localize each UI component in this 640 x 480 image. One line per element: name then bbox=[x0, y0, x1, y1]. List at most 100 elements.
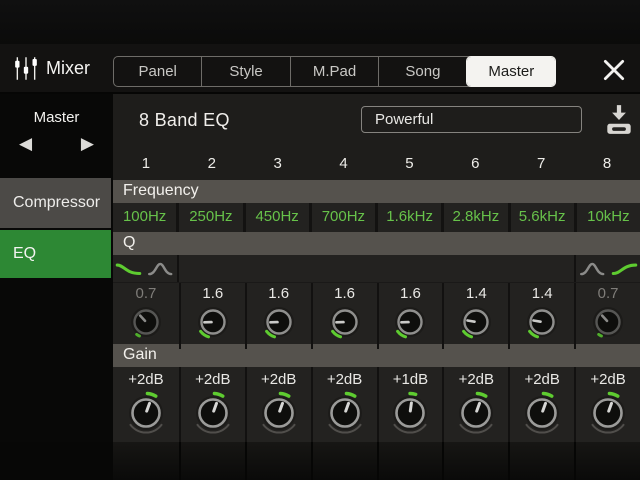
sidebar-item-eq[interactable]: EQ bbox=[0, 230, 111, 278]
gain-value: +2dB bbox=[195, 371, 231, 388]
channel-number-1: 1 bbox=[141, 155, 151, 172]
q-knob-dial[interactable] bbox=[113, 302, 179, 349]
gain-knob-dial[interactable] bbox=[313, 388, 377, 443]
channel-number-7: 7 bbox=[537, 155, 546, 172]
mixer-screen: Mixer Panel Style M.Pad Song Master Master ◀… bbox=[0, 0, 640, 480]
channel-number-3: 3 bbox=[273, 155, 282, 172]
q-value: 1.6 bbox=[202, 285, 224, 302]
title-bar: Mixer Panel Style M.Pad Song Master bbox=[0, 44, 640, 94]
gain-knob-dial[interactable] bbox=[379, 388, 443, 443]
app-title: Mixer bbox=[46, 58, 90, 78]
filter-type-row bbox=[113, 255, 640, 282]
gain-knob-band-8[interactable]: +2dB bbox=[574, 367, 640, 443]
filter-row-spacer bbox=[179, 255, 574, 282]
mixer-faders-icon bbox=[13, 55, 39, 87]
frequency-value-band-8[interactable]: 10kHz bbox=[576, 203, 640, 232]
q-value: 1.6 bbox=[400, 285, 421, 302]
prev-arrow-icon[interactable]: ◀ bbox=[19, 134, 32, 154]
gain-knob-band-7[interactable]: +2dB bbox=[508, 367, 574, 443]
frequency-row: 100Hz 250Hz 450Hz 700Hz 1.6kHz 2.8kHz 5.6kHz 10… bbox=[113, 203, 640, 232]
q-knob-dial[interactable] bbox=[576, 302, 640, 349]
gain-knob-dial[interactable] bbox=[444, 388, 508, 443]
frequency-value-band-7[interactable]: 5.6kHz bbox=[510, 203, 574, 232]
frequency-section-bar: Frequency bbox=[113, 180, 640, 203]
gain-knob-band-1[interactable]: +2dB bbox=[113, 367, 179, 443]
gain-value: +1dB bbox=[392, 371, 429, 388]
q-knob-band-4[interactable]: 1.6 bbox=[310, 283, 377, 349]
gain-knob-dial[interactable] bbox=[247, 388, 311, 443]
gain-knob-dial[interactable] bbox=[510, 388, 574, 443]
q-value: 1.6 bbox=[334, 285, 355, 302]
bottom-bezel bbox=[0, 442, 640, 480]
next-arrow-icon[interactable]: ▶ bbox=[81, 134, 94, 154]
q-knob-band-8[interactable]: 0.7 bbox=[574, 283, 640, 349]
shelf-down-filter-icon[interactable] bbox=[115, 260, 142, 278]
q-knob-dial[interactable] bbox=[247, 302, 311, 349]
gain-knob-band-6[interactable]: +2dB bbox=[442, 367, 508, 443]
gain-knob-dial[interactable] bbox=[181, 388, 245, 443]
channel-number-6: 6 bbox=[471, 155, 480, 172]
page-title: 8 Band EQ bbox=[139, 110, 230, 130]
target-selector: Master ◀ ▶ bbox=[0, 94, 113, 176]
gain-value: +2dB bbox=[326, 371, 363, 388]
q-knob-dial[interactable] bbox=[313, 302, 377, 349]
eq-header: 8 Band EQ Powerful bbox=[113, 94, 640, 150]
channel-number-5: 5 bbox=[405, 155, 414, 172]
tab-bar: Panel Style M.Pad Song Master bbox=[113, 56, 557, 87]
q-knob-dial[interactable] bbox=[444, 302, 508, 349]
gain-value: +2dB bbox=[458, 371, 495, 388]
tab-master[interactable]: Master bbox=[465, 56, 557, 87]
q-knob-row: 0.7 1.6 1.6 1.6 1.6 1.4 1.4 0.7 bbox=[113, 282, 640, 349]
channel-number-8: 8 bbox=[602, 155, 612, 172]
q-knob-dial[interactable] bbox=[510, 302, 574, 349]
q-knob-band-5[interactable]: 1.6 bbox=[376, 283, 443, 349]
shelf-up-filter-icon[interactable] bbox=[611, 260, 638, 278]
band1-filter-type-cell bbox=[113, 255, 179, 282]
q-value: 1.4 bbox=[531, 285, 553, 302]
gain-value: +2dB bbox=[128, 371, 164, 388]
tab-song[interactable]: Song bbox=[378, 57, 466, 86]
frequency-value-band-4[interactable]: 700Hz bbox=[311, 203, 375, 232]
gain-knob-band-2[interactable]: +2dB bbox=[178, 367, 245, 443]
q-value: 1.4 bbox=[465, 285, 487, 302]
save-icon[interactable] bbox=[603, 103, 637, 141]
q-knob-band-3[interactable]: 1.6 bbox=[244, 283, 311, 349]
q-value: 0.7 bbox=[135, 285, 157, 302]
q-value: 0.7 bbox=[597, 285, 619, 302]
sidebar: Master ◀ ▶ Compressor EQ bbox=[0, 94, 113, 442]
frequency-value-band-3[interactable]: 450Hz bbox=[245, 203, 309, 232]
gain-value: +2dB bbox=[260, 371, 297, 388]
gain-knob-band-3[interactable]: +2dB bbox=[244, 367, 311, 443]
gain-knob-dial[interactable] bbox=[576, 388, 640, 443]
peak-filter-icon[interactable] bbox=[147, 260, 174, 278]
gain-knob-band-5[interactable]: +1dB bbox=[376, 367, 443, 443]
frequency-value-band-1[interactable]: 100Hz bbox=[113, 203, 177, 232]
peak-filter-icon[interactable] bbox=[579, 260, 606, 278]
frequency-value-band-2[interactable]: 250Hz bbox=[179, 203, 243, 232]
tab-style[interactable]: Style bbox=[201, 57, 289, 86]
q-knob-band-6[interactable]: 1.4 bbox=[442, 283, 508, 349]
gain-knob-row: +2dB +2dB +2dB +2dB +1dB +2dB +2dB +2dB bbox=[113, 367, 640, 443]
gain-knob-dial[interactable] bbox=[113, 388, 179, 443]
q-value: 1.6 bbox=[268, 285, 290, 302]
sidebar-items: Compressor EQ bbox=[0, 178, 113, 278]
channel-number-4: 4 bbox=[339, 155, 348, 172]
band8-filter-type-cell bbox=[574, 255, 640, 282]
top-bezel bbox=[0, 0, 640, 44]
close-icon[interactable] bbox=[601, 57, 627, 83]
tab-mpad[interactable]: M.Pad bbox=[289, 57, 378, 86]
eq-panel: 8 Band EQ Powerful 1 2 3 4 5 6 7 8 Frequency 10… bbox=[113, 94, 640, 443]
frequency-value-band-6[interactable]: 2.8kHz bbox=[444, 203, 508, 232]
q-knob-band-2[interactable]: 1.6 bbox=[178, 283, 245, 349]
channel-number-row: 1 2 3 4 5 6 7 8 bbox=[113, 150, 640, 180]
frequency-value-band-5[interactable]: 1.6kHz bbox=[378, 203, 442, 232]
q-knob-dial[interactable] bbox=[181, 302, 245, 349]
q-knob-dial[interactable] bbox=[379, 302, 443, 349]
q-knob-band-7[interactable]: 1.4 bbox=[508, 283, 574, 349]
preset-select[interactable]: Powerful bbox=[361, 106, 582, 133]
sidebar-item-compressor[interactable]: Compressor bbox=[0, 178, 111, 228]
q-knob-band-1[interactable]: 0.7 bbox=[113, 283, 179, 349]
q-section-bar: Q bbox=[113, 232, 640, 255]
gain-knob-band-4[interactable]: +2dB bbox=[310, 367, 377, 443]
tab-panel[interactable]: Panel bbox=[114, 57, 201, 86]
